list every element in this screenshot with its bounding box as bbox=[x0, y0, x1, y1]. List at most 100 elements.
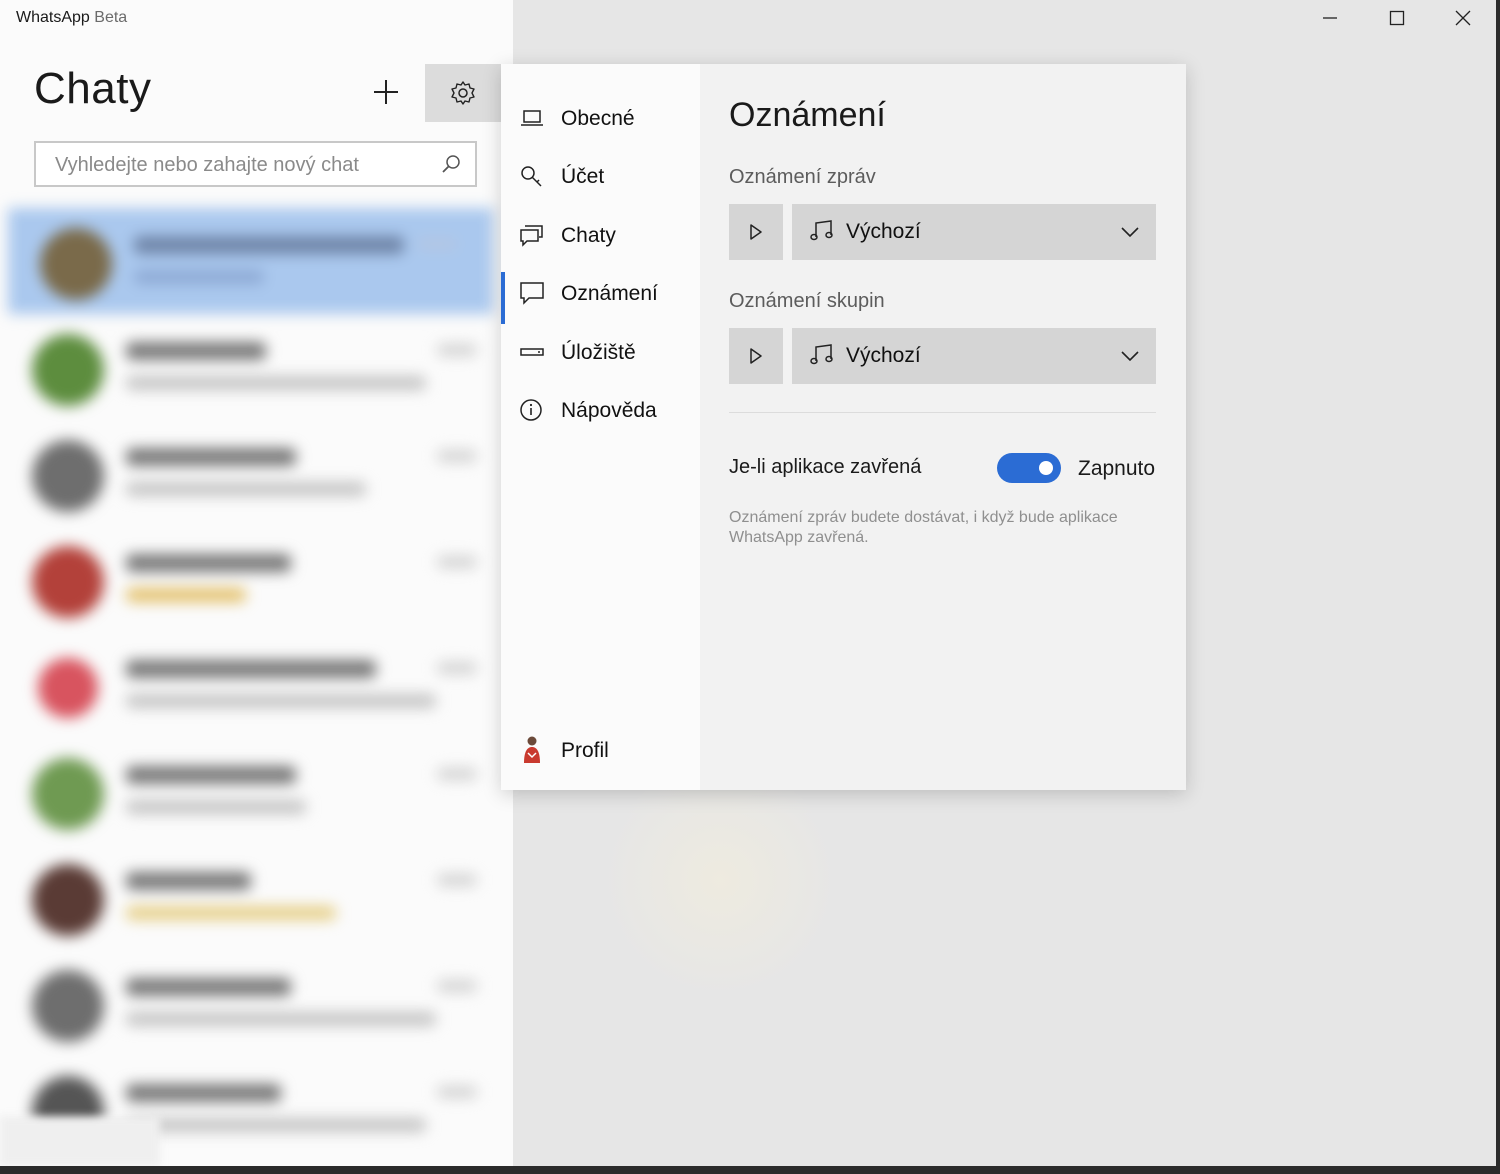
app-title: WhatsApp Beta bbox=[16, 9, 127, 27]
avatar bbox=[32, 440, 104, 512]
timestamp bbox=[437, 556, 477, 568]
list-item[interactable] bbox=[0, 314, 513, 420]
list-item[interactable] bbox=[0, 844, 513, 950]
nav-label: Chaty bbox=[561, 224, 616, 247]
selected-value: Výchozí bbox=[846, 344, 921, 367]
play-message-sound-button[interactable] bbox=[729, 204, 783, 260]
list-item[interactable] bbox=[0, 526, 513, 632]
chat-bubbles-icon bbox=[520, 225, 543, 247]
settings-nav: Obecné Účet Chaty Oznámení Úložiště Nápo… bbox=[501, 64, 700, 790]
settings-flyout: Obecné Účet Chaty Oznámení Úložiště Nápo… bbox=[501, 64, 1186, 790]
plus-icon bbox=[374, 80, 398, 104]
contact-name bbox=[126, 766, 296, 784]
message-notifications-label: Oznámení zpráv bbox=[729, 166, 876, 188]
contact-name bbox=[126, 1084, 281, 1102]
music-note-icon bbox=[810, 220, 833, 241]
settings-button[interactable] bbox=[425, 64, 501, 122]
nav-item-help[interactable]: Nápověda bbox=[501, 387, 700, 433]
maximize-button[interactable] bbox=[1364, 0, 1430, 36]
timestamp bbox=[437, 874, 477, 886]
group-sound-select[interactable]: Výchozí bbox=[792, 328, 1156, 384]
backdrop-glow bbox=[600, 760, 840, 1000]
key-icon bbox=[521, 166, 542, 187]
play-group-sound-button[interactable] bbox=[729, 328, 783, 384]
contact-name bbox=[126, 554, 291, 572]
last-message bbox=[134, 270, 264, 284]
contact-name bbox=[126, 448, 296, 466]
when-closed-label: Je-li aplikace zavřená bbox=[729, 456, 922, 478]
chevron-down-icon bbox=[1121, 227, 1139, 238]
profile-avatar-icon bbox=[524, 736, 540, 763]
list-item[interactable] bbox=[0, 632, 513, 738]
maximize-icon bbox=[1389, 10, 1405, 26]
search-placeholder: Vyhledejte nebo zahajte nový chat bbox=[55, 154, 359, 176]
avatar bbox=[40, 228, 112, 300]
chat-sidebar: Chaty Vyhledejte nebo zahajte nový chat bbox=[0, 0, 513, 1166]
sidebar-footer bbox=[0, 1116, 160, 1166]
message-sound-select[interactable]: Výchozí bbox=[792, 204, 1156, 260]
last-message bbox=[126, 1012, 436, 1026]
notification-icon bbox=[520, 282, 544, 305]
chat-list bbox=[0, 208, 513, 1162]
timestamp bbox=[437, 344, 477, 356]
nav-item-account[interactable]: Účet bbox=[501, 153, 700, 199]
timestamp bbox=[417, 238, 457, 250]
play-icon bbox=[750, 224, 762, 240]
nav-item-notifications[interactable]: Oznámení bbox=[501, 270, 700, 324]
nav-label: Úložiště bbox=[561, 341, 636, 364]
group-notifications-label: Oznámení skupin bbox=[729, 290, 885, 312]
avatar bbox=[32, 864, 104, 936]
nav-item-storage[interactable]: Úložiště bbox=[501, 329, 700, 375]
search-icon bbox=[442, 155, 460, 173]
minimize-button[interactable] bbox=[1297, 0, 1363, 36]
settings-page-title: Oznámení bbox=[729, 96, 886, 134]
timestamp bbox=[437, 980, 477, 992]
window-border-bottom bbox=[0, 1166, 1500, 1174]
laptop-icon bbox=[521, 110, 543, 126]
storage-icon bbox=[520, 348, 544, 356]
page-title: Chaty bbox=[34, 64, 152, 113]
nav-label: Obecné bbox=[561, 107, 635, 130]
last-message bbox=[126, 800, 306, 814]
nav-item-general[interactable]: Obecné bbox=[501, 95, 700, 141]
nav-label: Účet bbox=[561, 165, 605, 188]
last-message bbox=[126, 1118, 426, 1132]
list-item[interactable] bbox=[8, 208, 493, 314]
last-message bbox=[126, 482, 366, 496]
search-input[interactable]: Vyhledejte nebo zahajte nový chat bbox=[34, 141, 477, 187]
last-message bbox=[126, 588, 246, 602]
last-message bbox=[126, 906, 336, 920]
nav-item-chats[interactable]: Chaty bbox=[501, 212, 700, 258]
chevron-down-icon bbox=[1121, 351, 1139, 362]
minimize-icon bbox=[1323, 17, 1337, 19]
list-item[interactable] bbox=[0, 420, 513, 526]
close-button[interactable] bbox=[1430, 0, 1496, 36]
avatar bbox=[32, 758, 104, 830]
contact-name bbox=[134, 236, 404, 254]
list-item[interactable] bbox=[0, 738, 513, 844]
timestamp bbox=[437, 662, 477, 674]
new-chat-button[interactable] bbox=[362, 70, 410, 114]
window-border-right bbox=[1496, 0, 1500, 1174]
music-note-icon bbox=[810, 344, 833, 365]
avatar bbox=[32, 970, 104, 1042]
nav-item-profile[interactable]: Profil bbox=[501, 727, 700, 773]
app-name: WhatsApp bbox=[16, 9, 90, 26]
divider bbox=[729, 412, 1156, 413]
notifications-pane: Oznámení Oznámení zpráv Výchozí Oznámení… bbox=[700, 64, 1186, 790]
nav-label: Oznámení bbox=[561, 282, 658, 305]
nav-label: Profil bbox=[561, 739, 609, 762]
contact-name bbox=[126, 660, 376, 678]
when-closed-help: Oznámení zpráv budete dostávat, i když b… bbox=[729, 509, 1118, 546]
close-icon bbox=[1455, 10, 1471, 26]
last-message bbox=[126, 376, 426, 390]
timestamp bbox=[437, 768, 477, 780]
contact-name bbox=[126, 342, 266, 360]
nav-label: Nápověda bbox=[561, 399, 657, 422]
list-item[interactable] bbox=[0, 950, 513, 1056]
app-suffix: Beta bbox=[94, 9, 128, 26]
contact-name bbox=[126, 978, 291, 996]
when-closed-toggle[interactable] bbox=[997, 453, 1061, 483]
toggle-knob bbox=[1039, 461, 1053, 475]
contact-name bbox=[126, 872, 251, 890]
